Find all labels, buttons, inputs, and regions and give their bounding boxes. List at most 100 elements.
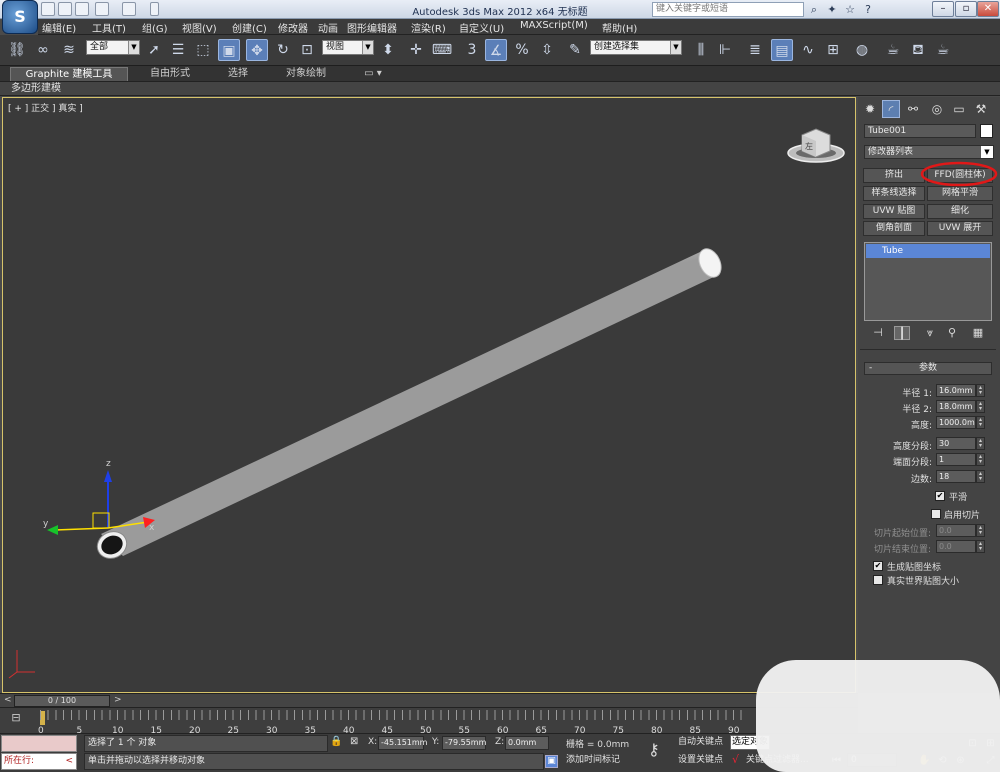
star-icon[interactable]: ☆ — [842, 2, 858, 17]
slice-to-spinner[interactable]: 0.0 — [936, 540, 976, 553]
set-key-icon[interactable]: ⚷ — [648, 740, 660, 759]
show-end-result-icon[interactable]: ┃ — [894, 326, 910, 340]
redo-icon[interactable] — [122, 2, 136, 16]
display-tab-icon[interactable]: ▭ — [950, 100, 968, 118]
spinner-arrows-icon[interactable]: ▴ ▾ — [976, 384, 985, 397]
pivot-center-icon[interactable]: ⬍ — [377, 39, 399, 61]
unlink-icon[interactable]: ∞ — [32, 39, 54, 61]
menu-animation[interactable]: 动画 — [318, 20, 338, 35]
rendered-frame-icon[interactable]: ⛾ — [907, 39, 929, 61]
slice-from-spinner[interactable]: 0.0 — [936, 524, 976, 537]
lock-icon[interactable]: 🔒 — [330, 736, 342, 747]
modify-tab-icon[interactable]: ◜ — [882, 100, 900, 118]
bevel-profile-button[interactable]: 倒角剖面 — [863, 221, 925, 236]
reference-coord-dropdown[interactable]: 视图 ▼ — [322, 40, 374, 55]
key-icon[interactable]: ✦ — [824, 2, 840, 17]
open-file-icon[interactable] — [58, 2, 72, 16]
time-slider[interactable]: < 0 / 100 > — [0, 693, 858, 707]
utilities-tab-icon[interactable]: ⚒ — [972, 100, 990, 118]
object-color-swatch[interactable] — [980, 124, 993, 138]
snap-toggle-icon[interactable]: 3 — [461, 39, 483, 61]
schematic-view-icon[interactable]: ⊞ — [822, 39, 844, 61]
time-tag-icon[interactable]: ▣ — [545, 755, 558, 768]
menu-modifiers[interactable]: 修改器 — [278, 20, 308, 35]
curve-editor-icon[interactable]: ∿ — [797, 39, 819, 61]
perspective-viewport[interactable]: [ + ] 正交 ] 真实 ] z y x 左 — [2, 97, 856, 693]
mini-curve-editor-icon[interactable]: ⊟ — [4, 711, 28, 725]
undo-icon[interactable] — [95, 2, 109, 16]
menu-maxscript[interactable]: MAXScript(M) — [520, 20, 588, 31]
key-mode-icon[interactable]: √ — [732, 753, 739, 766]
object-name-field[interactable]: Tube001 — [864, 124, 976, 138]
pin-stack-icon[interactable]: ⊣ — [870, 326, 886, 340]
real-world-checkbox[interactable] — [873, 575, 883, 585]
spinner-arrows-icon[interactable]: ▴ ▾ — [976, 416, 985, 429]
spinner-arrows-icon[interactable]: ▴ ▾ — [976, 400, 985, 413]
graphite-toggle-icon[interactable]: ▤ — [771, 39, 793, 61]
tab-object-paint[interactable]: 对象绘制 — [276, 67, 336, 81]
close-button[interactable]: ✕ — [977, 1, 999, 17]
maximize-button[interactable]: ▫ — [955, 1, 977, 17]
gen-mapping-checkbox[interactable]: ✔ — [873, 561, 883, 571]
rect-selection-icon[interactable]: ⬚ — [192, 39, 214, 61]
spinner-arrows-icon[interactable]: ▴ ▾ — [976, 453, 985, 466]
prev-frame-icon[interactable]: < — [4, 695, 12, 705]
tab-selection[interactable]: 选择 — [216, 67, 260, 81]
align-icon[interactable]: ⊩ — [714, 39, 736, 61]
extrude-button[interactable]: 挤出 — [863, 168, 925, 183]
time-slider-thumb[interactable]: 0 / 100 — [14, 695, 110, 707]
x-coordinate-field[interactable]: -45.151mm — [378, 736, 427, 750]
menu-customize[interactable]: 自定义(U) — [459, 20, 504, 35]
absolute-mode-icon[interactable]: ⊠ — [350, 736, 358, 747]
maxscript-mini-listener[interactable] — [1, 735, 77, 752]
app-logo-icon[interactable]: S — [2, 0, 38, 34]
render-setup-icon[interactable]: ☕ — [882, 39, 904, 61]
radius2-spinner[interactable]: 18.0mm — [936, 400, 976, 413]
menu-graph-editors[interactable]: 图形编辑器 — [347, 20, 397, 35]
select-by-name-icon[interactable]: ☰ — [167, 39, 189, 61]
scale-icon[interactable]: ⊡ — [296, 39, 318, 61]
selection-filter-dropdown[interactable]: 全部 ▼ — [86, 40, 140, 55]
quick-access-dropdown-icon[interactable] — [150, 2, 159, 16]
create-tab-icon[interactable]: ✹ — [861, 100, 879, 118]
render-production-icon[interactable]: ☕ — [932, 39, 954, 61]
radius1-spinner[interactable]: 16.0mm — [936, 384, 976, 397]
mirror-icon[interactable]: ⫼ — [690, 39, 712, 61]
parameters-rollout-header[interactable]: - 参数 — [864, 362, 992, 375]
menu-views[interactable]: 视图(V) — [182, 20, 217, 35]
auto-key-button[interactable]: 自动关键点 — [678, 735, 723, 750]
save-icon[interactable] — [75, 2, 89, 16]
tab-freeform[interactable]: 自由形式 — [140, 67, 200, 81]
menu-create[interactable]: 创建(C) — [232, 20, 267, 35]
spinner-arrows-icon[interactable]: ▴ ▾ — [976, 470, 985, 483]
viewcube[interactable]: 左 — [785, 125, 847, 165]
meshsmooth-button[interactable]: 网格平滑 — [927, 186, 993, 201]
percent-snap-icon[interactable]: % — [511, 39, 533, 61]
stack-item-tube[interactable]: Tube — [866, 244, 990, 258]
menu-help[interactable]: 帮助(H) — [602, 20, 637, 35]
sides-spinner[interactable]: 18 — [936, 470, 976, 483]
link-icon[interactable]: ⛓ — [6, 39, 28, 61]
move-gizmo[interactable]: z y x — [43, 459, 155, 535]
next-frame-icon[interactable]: > — [114, 695, 122, 705]
hierarchy-tab-icon[interactable]: ⚯ — [904, 100, 922, 118]
help-icon[interactable]: ? — [860, 2, 876, 17]
maxscript-listener-field[interactable]: 所在行: < — [1, 753, 77, 770]
smooth-checkbox[interactable]: ✔ — [935, 491, 945, 501]
move-icon[interactable]: ✥ — [246, 39, 268, 61]
named-selection-dropdown[interactable]: 创建选择集 ▼ — [590, 40, 682, 55]
make-unique-icon[interactable]: ⩔ — [922, 326, 938, 340]
polygon-modeling-label[interactable]: 多边形建模 — [11, 82, 61, 96]
z-coordinate-field[interactable]: 0.0mm — [505, 736, 549, 750]
y-coordinate-field[interactable]: -79.55mm — [442, 736, 486, 750]
spinner-arrows-icon[interactable]: ▴ ▾ — [976, 437, 985, 450]
modifier-stack[interactable]: Tube — [864, 242, 992, 321]
cap-segments-spinner[interactable]: 1 — [936, 453, 976, 466]
motion-tab-icon[interactable]: ◎ — [928, 100, 946, 118]
spinner-snap-icon[interactable]: ⇳ — [536, 39, 558, 61]
spline-select-button[interactable]: 样条线选择 — [863, 186, 925, 201]
slice-on-checkbox[interactable] — [931, 509, 941, 519]
unwrap-uvw-button[interactable]: UVW 展开 — [927, 221, 993, 236]
spinner-arrows-icon[interactable]: ▴ ▾ — [976, 540, 985, 553]
rotate-icon[interactable]: ↻ — [272, 39, 294, 61]
